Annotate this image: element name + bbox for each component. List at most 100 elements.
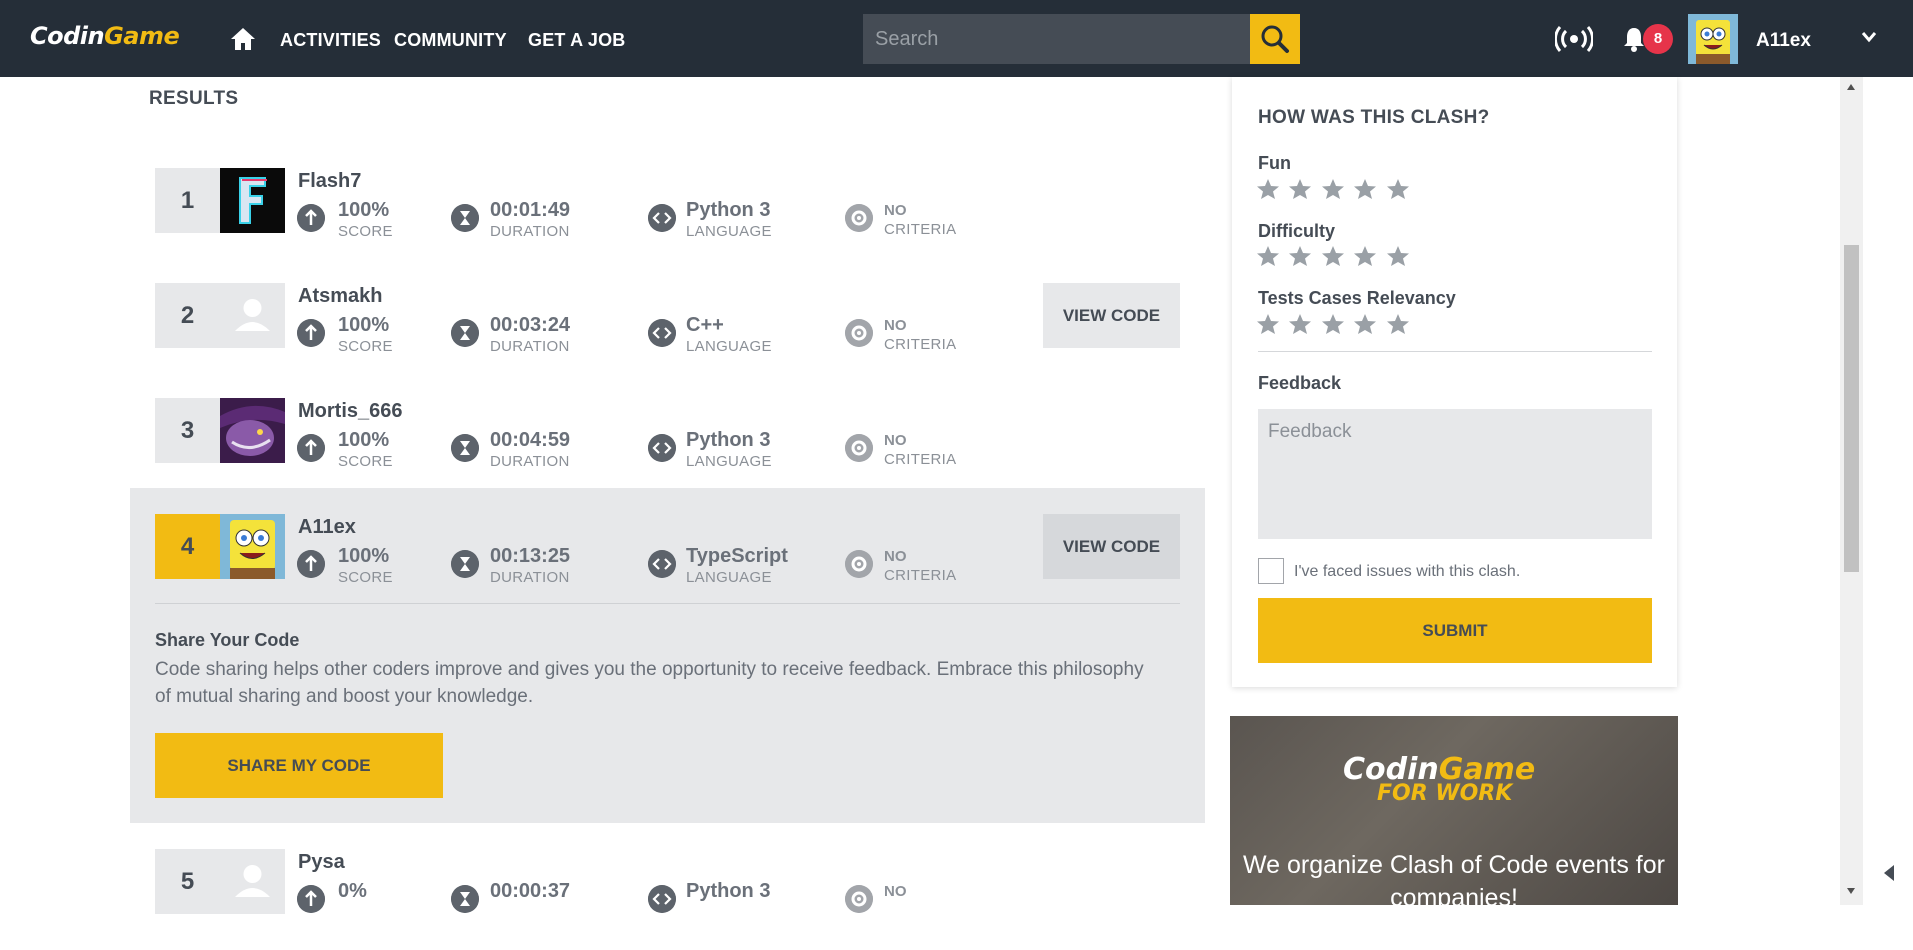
nav-community[interactable]: COMMUNITY xyxy=(394,30,507,51)
view-code-button[interactable]: VIEW CODE xyxy=(1043,283,1180,348)
scroll-up-icon[interactable] xyxy=(1846,83,1856,91)
star-icon[interactable] xyxy=(1353,245,1377,267)
language-label: LANGUAGE xyxy=(686,569,772,586)
scroll-down-icon[interactable] xyxy=(1846,887,1856,895)
code-icon xyxy=(648,319,676,347)
divider xyxy=(1258,351,1652,352)
chevron-down-icon[interactable] xyxy=(1860,30,1878,44)
player-name[interactable]: Mortis_666 xyxy=(298,400,403,423)
player-name[interactable]: Flash7 xyxy=(298,170,361,193)
star-icon[interactable] xyxy=(1288,178,1312,200)
star-icon[interactable] xyxy=(1321,313,1345,335)
search-icon xyxy=(1261,25,1289,53)
rating-label-fun: Fun xyxy=(1258,153,1291,173)
score-up-icon xyxy=(297,319,325,347)
criteria-label: CRITERIA xyxy=(884,221,957,238)
home-icon[interactable] xyxy=(230,27,256,51)
score-label: SCORE xyxy=(338,338,393,355)
share-title: Share Your Code xyxy=(155,630,300,650)
language-label: LANGUAGE xyxy=(686,453,772,470)
share-my-code-button[interactable]: SHARE MY CODE xyxy=(155,733,443,798)
code-icon xyxy=(648,885,676,913)
feedback-label: Feedback xyxy=(1258,373,1342,393)
view-code-button[interactable]: VIEW CODE xyxy=(1043,514,1180,579)
language-value: TypeScript xyxy=(686,545,788,567)
player-avatar[interactable] xyxy=(220,168,285,233)
language-label: LANGUAGE xyxy=(686,338,772,355)
gear-icon xyxy=(845,550,873,578)
duration-value: 00:00:37 xyxy=(490,880,571,902)
gear-icon xyxy=(845,885,873,913)
gear-icon xyxy=(845,204,873,232)
score-up-icon xyxy=(297,550,325,578)
criteria-value: NO xyxy=(884,202,907,219)
rating-stars-tests-relevancy[interactable] xyxy=(1256,313,1414,337)
result-row: 3 Mortis_666 100% SCORE 00:04:59 DURATIO… xyxy=(130,370,1205,485)
hourglass-icon xyxy=(451,434,479,462)
criteria-value: NO xyxy=(884,317,907,334)
star-icon[interactable] xyxy=(1288,313,1312,335)
player-name[interactable]: A11ex xyxy=(298,516,356,539)
rating-stars-difficulty[interactable] xyxy=(1256,245,1414,269)
star-icon[interactable] xyxy=(1321,245,1345,267)
star-icon[interactable] xyxy=(1256,178,1280,200)
criteria-label: CRITERIA xyxy=(884,336,957,353)
player-name[interactable]: Atsmakh xyxy=(298,285,382,308)
notification-badge[interactable]: 8 xyxy=(1643,24,1673,54)
search-input[interactable] xyxy=(863,14,1251,64)
issues-checkbox-label[interactable]: I've faced issues with this clash. xyxy=(1294,563,1520,581)
default-avatar[interactable] xyxy=(220,283,285,348)
player-avatar[interactable] xyxy=(220,398,285,463)
result-row: 5 Pysa 0% 00:00:37 Python 3 NO xyxy=(130,835,1205,950)
issues-checkbox[interactable] xyxy=(1258,558,1284,584)
rating-stars-fun[interactable] xyxy=(1256,178,1414,202)
star-icon[interactable] xyxy=(1386,178,1410,200)
feedback-textarea[interactable] xyxy=(1258,409,1652,539)
duration-label: DURATION xyxy=(490,338,570,355)
rank-number: 3 xyxy=(155,398,220,463)
submit-button[interactable]: SUBMIT xyxy=(1258,598,1652,663)
divider xyxy=(155,603,1180,604)
score-value: 100% xyxy=(338,314,390,336)
player-avatar[interactable] xyxy=(220,514,285,579)
gear-icon xyxy=(845,319,873,347)
rank-number: 1 xyxy=(155,168,220,233)
player-name[interactable]: Pysa xyxy=(298,851,345,874)
star-icon[interactable] xyxy=(1321,178,1345,200)
nav-get-a-job[interactable]: GET A JOB xyxy=(528,30,625,51)
star-icon[interactable] xyxy=(1288,245,1312,267)
codingame-for-work-banner[interactable]: CodinGame FOR WORK We organize Clash of … xyxy=(1230,716,1678,905)
star-icon[interactable] xyxy=(1353,313,1377,335)
criteria-label: CRITERIA xyxy=(884,567,957,584)
result-row: 2 Atsmakh 100% SCORE 00:03:24 DURATION C… xyxy=(130,255,1205,370)
result-row: 1 Flash7 100% SCORE 00:01:49 DURATION Py… xyxy=(130,140,1205,255)
page-scrollbar[interactable] xyxy=(1840,77,1863,905)
criteria-value: NO xyxy=(884,883,907,900)
collapse-arrow-icon[interactable] xyxy=(1882,863,1896,883)
nav-activities[interactable]: ACTIVITIES xyxy=(280,30,381,51)
default-avatar[interactable] xyxy=(220,849,285,914)
duration-label: DURATION xyxy=(490,223,570,240)
duration-label: DURATION xyxy=(490,453,570,470)
codingame-logo[interactable]: CodinGame xyxy=(30,22,180,50)
criteria-value: NO xyxy=(884,432,907,449)
scroll-thumb[interactable] xyxy=(1844,245,1859,572)
search-button[interactable] xyxy=(1250,14,1300,64)
gear-icon xyxy=(845,434,873,462)
star-icon[interactable] xyxy=(1353,178,1377,200)
bell-icon[interactable] xyxy=(1623,26,1645,52)
star-icon[interactable] xyxy=(1386,245,1410,267)
hourglass-icon xyxy=(451,885,479,913)
hourglass-icon xyxy=(451,319,479,347)
code-icon xyxy=(648,204,676,232)
star-icon[interactable] xyxy=(1256,313,1280,335)
broadcast-icon[interactable] xyxy=(1555,25,1593,53)
result-row-current-user: 4 A11ex 100% SCORE 00:13:25 DURATION Typ… xyxy=(130,488,1205,605)
user-avatar[interactable] xyxy=(1688,14,1738,64)
score-up-icon xyxy=(297,885,325,913)
share-description: Code sharing helps other coders improve … xyxy=(155,659,1144,707)
star-icon[interactable] xyxy=(1386,313,1410,335)
duration-label: DURATION xyxy=(490,569,570,586)
username[interactable]: A11ex xyxy=(1756,30,1811,52)
star-icon[interactable] xyxy=(1256,245,1280,267)
